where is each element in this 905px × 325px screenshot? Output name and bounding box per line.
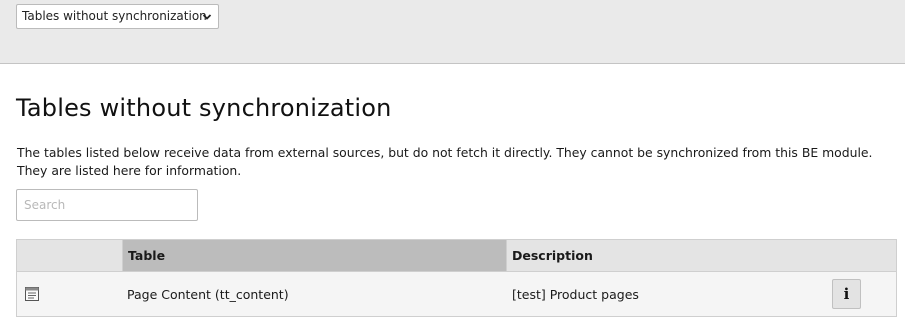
action-cell: i: [806, 279, 896, 309]
column-header-description[interactable]: Description: [506, 240, 896, 271]
view-select-value: Tables without synchronization: [22, 9, 207, 23]
info-icon: i: [843, 285, 850, 303]
content-element-icon: [25, 287, 39, 301]
table-row: Page Content (tt_content) [test] Product…: [17, 272, 896, 316]
table-name-cell: Page Content (tt_content): [127, 286, 289, 302]
chevron-down-icon: [202, 14, 212, 20]
column-header-table[interactable]: Table: [122, 240, 506, 271]
info-button[interactable]: i: [832, 279, 861, 309]
intro-text: The tables listed below receive data fro…: [17, 145, 873, 178]
page-title: Tables without synchronization: [16, 94, 392, 122]
column-header-icon: [17, 240, 122, 271]
search-input[interactable]: [16, 189, 198, 221]
row-icon-cell: [17, 287, 122, 301]
table-header: Table Description: [17, 240, 896, 272]
doc-header: Tables without synchronization: [0, 0, 905, 64]
description-cell: [test] Product pages: [512, 286, 639, 302]
tables-list: Table Description Page Content (tt_conte…: [16, 239, 897, 317]
view-select-dropdown[interactable]: Tables without synchronization: [16, 4, 219, 29]
